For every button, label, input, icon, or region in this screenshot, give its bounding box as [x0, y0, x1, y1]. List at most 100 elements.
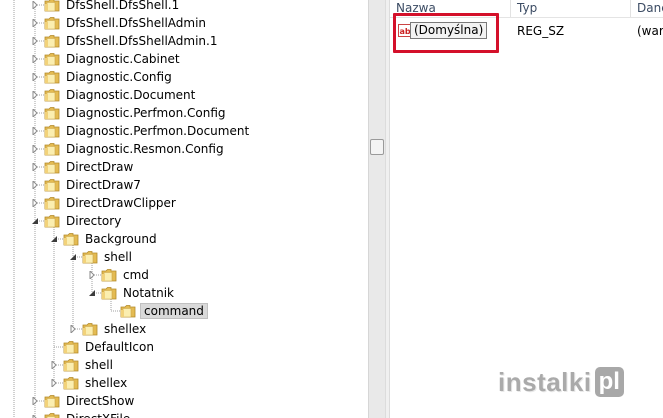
- instalki-watermark-logo: instalki pl: [498, 364, 624, 400]
- folder-icon: [44, 17, 60, 30]
- collapsed-arrow-icon[interactable]: [30, 414, 39, 418]
- collapsed-arrow-icon[interactable]: [30, 162, 39, 171]
- folder-icon: [44, 89, 60, 102]
- tree-item-label: Diagnostic.Config: [66, 70, 172, 84]
- folder-icon: [101, 269, 117, 282]
- folder-icon: [44, 71, 60, 84]
- tree-item-label: Notatnik: [123, 286, 174, 300]
- tree-item-label: Diagnostic.Document: [66, 88, 196, 102]
- tree-item-label: shell: [85, 358, 113, 372]
- folder-icon: [101, 287, 117, 300]
- highlight-annotation-box: [393, 13, 499, 53]
- folder-icon: [63, 359, 79, 372]
- tree-item[interactable]: DfsShell.DfsShellAdmin.1: [44, 32, 220, 50]
- tree-item[interactable]: Diagnostic.Cabinet: [44, 50, 182, 68]
- folder-icon: [44, 107, 60, 120]
- collapsed-arrow-icon[interactable]: [30, 0, 39, 9]
- collapsed-arrow-icon[interactable]: [30, 198, 39, 207]
- folder-icon: [44, 413, 60, 418]
- tree-item-label: DirectShow: [66, 394, 135, 408]
- folder-icon: [82, 251, 98, 264]
- column-header-data[interactable]: Dane: [631, 0, 663, 17]
- tree-item-label: Background: [85, 232, 157, 246]
- folder-icon: [44, 179, 60, 192]
- scrollbar-thumb[interactable]: [370, 139, 384, 155]
- collapsed-arrow-icon[interactable]: [30, 126, 39, 135]
- expanded-arrow-icon[interactable]: [87, 288, 96, 297]
- tree-item[interactable]: shell: [82, 248, 134, 266]
- value-type: REG_SZ: [517, 24, 565, 38]
- tree-item[interactable]: DirectShow: [44, 392, 136, 410]
- collapsed-arrow-icon[interactable]: [87, 270, 96, 279]
- collapsed-arrow-icon[interactable]: [49, 378, 58, 387]
- tree-item-label: Directory: [66, 214, 122, 228]
- collapsed-arrow-icon[interactable]: [30, 108, 39, 117]
- tree-item[interactable]: Directory: [44, 212, 123, 230]
- tree-item[interactable]: shell: [63, 356, 115, 374]
- tree-item-label: shell: [104, 250, 132, 264]
- column-header-type[interactable]: Typ: [511, 0, 631, 17]
- collapsed-arrow-icon[interactable]: [30, 72, 39, 81]
- tree-item-label: DirectXFile: [64, 412, 132, 418]
- tree-item-label: DfsShell.DfsShellAdmin: [66, 16, 207, 30]
- tree-item[interactable]: DfsShell.DfsShellAdmin: [44, 14, 208, 32]
- collapsed-arrow-icon[interactable]: [30, 180, 39, 189]
- tree-item[interactable]: cmd: [101, 266, 151, 284]
- folder-icon: [44, 53, 60, 66]
- tree-item-label: shellex: [85, 376, 128, 390]
- collapsed-arrow-icon[interactable]: [49, 360, 58, 369]
- tree-item-label: Diagnostic.Resmon.Config: [66, 142, 224, 156]
- registry-key-tree[interactable]: DfsShell.DfsShell.1 DfsShell.DfsShellAdmi…: [0, 0, 368, 418]
- registry-values-list[interactable]: Nazwa Typ Dane ab REG_SZ (wart: [390, 0, 663, 418]
- folder-icon: [44, 395, 60, 408]
- folder-icon: [120, 305, 136, 318]
- tree-item[interactable]: command: [120, 302, 208, 320]
- tree-item[interactable]: DirectDrawClipper: [44, 194, 178, 212]
- tree-item[interactable]: shellex: [63, 374, 129, 392]
- tree-item[interactable]: Diagnostic.Perfmon.Document: [44, 122, 251, 140]
- folder-icon: [44, 125, 60, 138]
- collapsed-arrow-icon[interactable]: [30, 90, 39, 99]
- collapsed-arrow-icon[interactable]: [30, 36, 39, 45]
- tree-item-label: DfsShell.DfsShellAdmin.1: [66, 34, 218, 48]
- collapsed-arrow-icon[interactable]: [30, 18, 39, 27]
- folder-icon: [63, 233, 79, 246]
- tree-item-label: cmd: [123, 268, 149, 282]
- tree-item-label: DirectDraw7: [66, 178, 141, 192]
- tree-item[interactable]: Diagnostic.Document: [44, 86, 197, 104]
- tree-item-label: Diagnostic.Cabinet: [66, 52, 180, 66]
- tree-item[interactable]: DirectDraw7: [44, 176, 143, 194]
- folder-icon: [44, 197, 60, 210]
- folder-icon: [44, 35, 60, 48]
- watermark-text: instalki: [498, 366, 592, 397]
- folder-icon: [82, 323, 98, 336]
- tree-item[interactable]: Background: [63, 230, 159, 248]
- folder-icon: [63, 377, 79, 390]
- expanded-arrow-icon[interactable]: [30, 216, 39, 225]
- expanded-arrow-icon[interactable]: [68, 252, 77, 261]
- tree-item-label: shellex: [104, 322, 147, 336]
- tree-item[interactable]: DirectDraw: [44, 158, 135, 176]
- collapsed-arrow-icon[interactable]: [30, 54, 39, 63]
- tree-item[interactable]: shellex: [82, 320, 148, 338]
- tree-item[interactable]: DfsShell.DfsShell.1: [44, 0, 181, 14]
- tree-item-label: command: [140, 303, 208, 319]
- tree-item[interactable]: DefaultIcon: [63, 338, 156, 356]
- collapsed-arrow-icon[interactable]: [68, 324, 77, 333]
- folder-icon: [44, 0, 60, 12]
- tree-item-label: DirectDrawClipper: [66, 196, 176, 210]
- tree-item[interactable]: Diagnostic.Config: [44, 68, 174, 86]
- tree-item[interactable]: Notatnik: [101, 284, 176, 302]
- tree-item[interactable]: Diagnostic.Resmon.Config: [44, 140, 226, 158]
- expanded-arrow-icon[interactable]: [49, 234, 58, 243]
- collapsed-arrow-icon[interactable]: [30, 396, 39, 405]
- tree-vertical-scrollbar[interactable]: [368, 0, 385, 418]
- collapsed-arrow-icon[interactable]: [30, 144, 39, 153]
- tree-item-label: DefaultIcon: [85, 340, 154, 354]
- tree-item[interactable]: Diagnostic.Perfmon.Config: [44, 104, 228, 122]
- folder-icon: [44, 161, 60, 174]
- folder-icon: [63, 341, 79, 354]
- value-data: (wart: [637, 24, 663, 38]
- tree-item[interactable]: DirectXFile: [44, 410, 132, 418]
- watermark-suffix: pl: [594, 367, 624, 397]
